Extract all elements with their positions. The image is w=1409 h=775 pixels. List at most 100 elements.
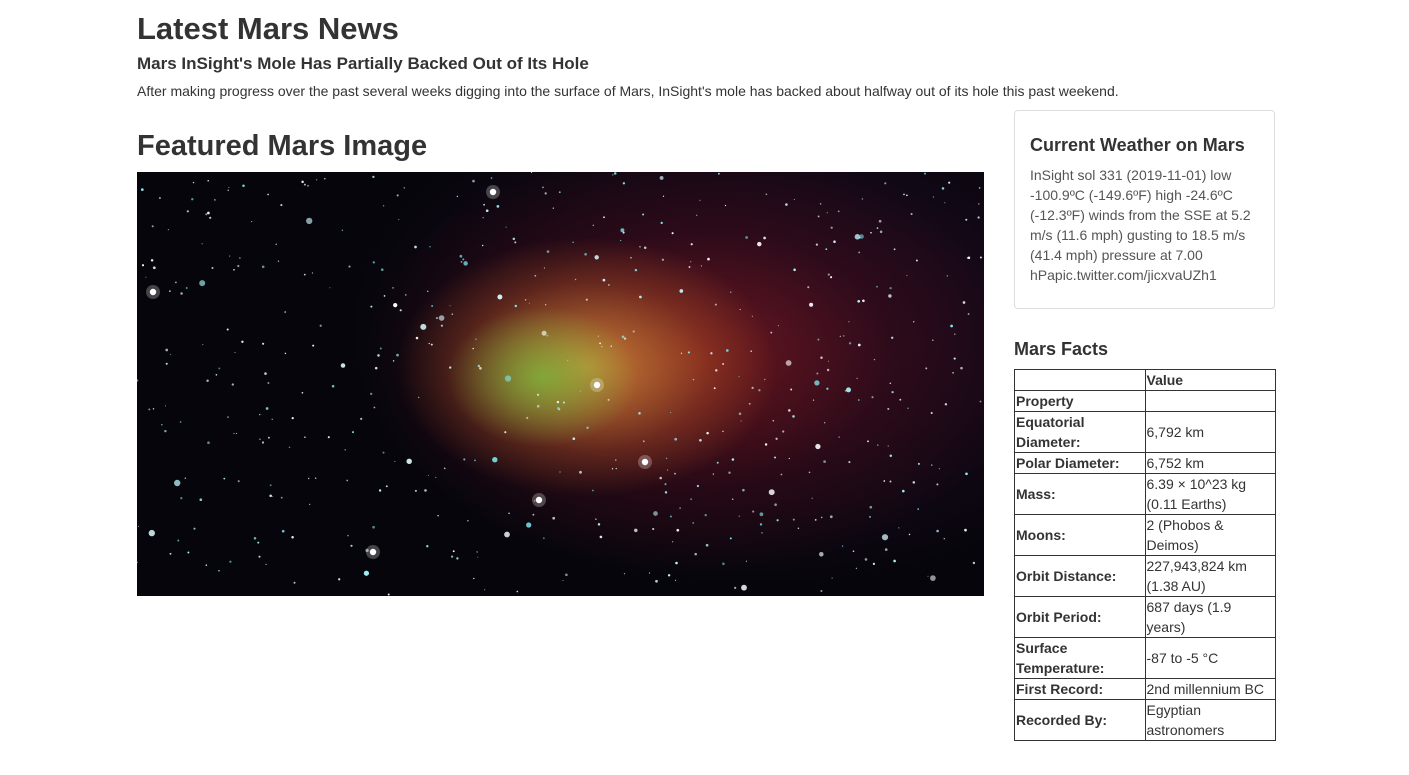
star [184,477,187,479]
table-row: Property [1014,390,1276,412]
star [169,354,171,356]
star [265,563,267,566]
star [827,273,830,276]
table-row: Orbit Distance: 227,943,824 km (1.38 AU) [1014,555,1276,597]
star [660,221,663,225]
star [265,407,269,410]
star [479,367,482,370]
star [165,362,168,365]
star [472,347,474,350]
weather-card: Current Weather on Mars InSight sol 331 … [1014,110,1275,309]
star [967,313,970,315]
star [932,196,935,198]
star [716,461,719,464]
star [597,335,600,337]
star [562,401,565,404]
star [346,479,349,482]
star [385,485,388,488]
star [864,558,868,561]
star [639,295,642,299]
star [662,195,665,197]
star [586,426,589,429]
star [978,187,981,189]
star [481,244,484,247]
star [824,422,826,424]
star [759,512,764,517]
star [137,561,138,564]
fact-value: 6,752 km [1144,452,1276,474]
star [623,337,627,340]
star [424,489,427,492]
star [734,586,737,590]
star [543,537,545,539]
star [524,299,527,301]
featured-image-title: Featured Mars Image [137,130,428,162]
star [382,451,385,454]
star [946,275,948,277]
star [615,459,617,461]
star [272,495,274,497]
star [857,299,861,303]
star [258,555,261,558]
star [603,216,605,219]
star [887,407,890,410]
star [655,579,658,583]
star [690,261,692,263]
star [484,589,486,591]
star [665,457,668,460]
star [675,561,678,565]
star [463,261,468,266]
star [819,203,822,205]
star [715,369,718,372]
star [370,392,373,396]
star [930,464,933,466]
star [761,531,763,534]
star [943,538,945,540]
star [758,389,761,392]
star [415,336,419,340]
star [205,213,208,216]
star [373,406,376,409]
table-row: Polar Diameter: 6,752 km [1014,452,1276,474]
star [280,496,283,499]
star [759,523,763,526]
star [374,366,378,370]
star [659,175,664,180]
star [534,274,537,277]
star [504,375,512,382]
star [331,384,335,388]
star [676,528,680,532]
star [241,340,244,343]
star [679,507,681,509]
star [785,360,792,366]
star [435,317,439,320]
fact-value [1144,390,1276,412]
fact-label: Mass: [1014,473,1146,515]
star [667,574,671,577]
star [906,275,908,277]
star [764,443,768,446]
star [472,179,475,183]
star [595,518,597,520]
star [738,515,740,517]
star [271,418,273,420]
weather-title: Current Weather on Mars [1030,135,1245,155]
bright-star [593,381,601,389]
star [344,449,346,451]
star [809,302,814,307]
star [459,254,463,258]
star [151,225,154,228]
star [817,215,820,218]
star [978,203,980,205]
star [169,290,171,292]
star [841,545,844,547]
star [281,529,285,533]
star [872,562,875,565]
star [137,379,139,382]
star [303,183,306,186]
star [414,489,417,492]
star [392,287,394,289]
star [227,416,229,418]
star [857,343,861,347]
star [347,534,349,537]
